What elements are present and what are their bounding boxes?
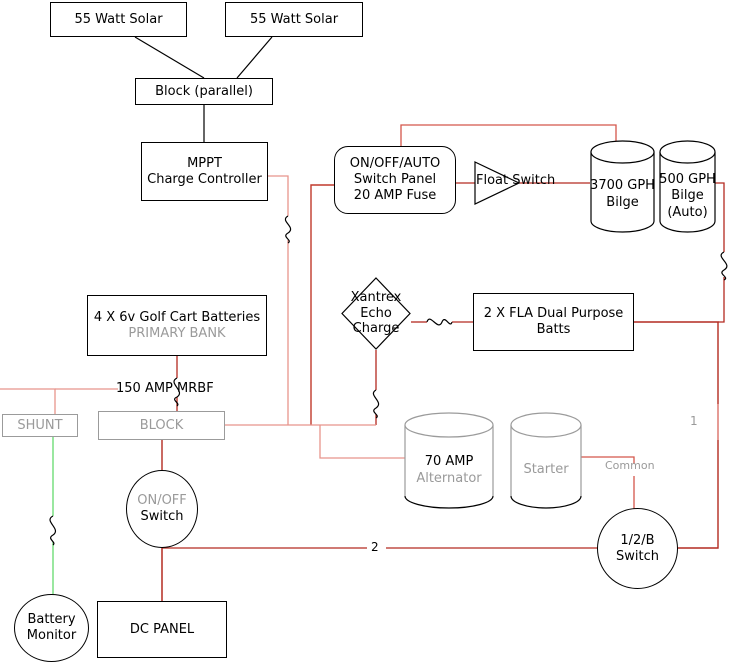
squiggle-echo-fla bbox=[426, 318, 453, 326]
terminal-1-label: 1 bbox=[690, 414, 698, 428]
node-onoff-switch[interactable]: ON/OFF Switch bbox=[126, 470, 198, 548]
fla-label-line2: Batts bbox=[536, 322, 571, 337]
mppt-label-line2: Charge Controller bbox=[147, 171, 262, 187]
fla-label-line1: 2 X FLA Dual Purpose bbox=[483, 306, 624, 322]
battery-monitor-label-line1: Battery bbox=[27, 612, 76, 628]
node-dc-panel[interactable]: DC PANEL bbox=[97, 601, 227, 658]
block-parallel-label: Block (parallel) bbox=[155, 83, 253, 99]
block-label: BLOCK bbox=[139, 417, 184, 433]
battery-switch-label-line1: 1/2/B bbox=[620, 532, 655, 548]
switch-panel-label-line2: Switch Panel bbox=[353, 172, 437, 188]
float-switch-label: Float Switch bbox=[476, 173, 556, 188]
switch-panel-label-line1: ON/OFF/AUTO bbox=[349, 156, 441, 172]
bilge-500-label-line1: 500 GPH bbox=[659, 172, 716, 188]
terminal-2-label: 2 bbox=[371, 540, 379, 554]
wire-switchpanel-top-to-bilge bbox=[400, 124, 617, 146]
node-fla-dual-purpose-batts[interactable]: 2 X FLA Dual Purpose Batts bbox=[473, 293, 634, 351]
node-bilge-500-auto[interactable]: 500 GPH Bilge (Auto) bbox=[659, 140, 716, 233]
primary-bank-label-line1: 4 X 6v Golf Cart Batteries bbox=[93, 309, 261, 325]
wiring-diagram: 55 Watt Solar 55 Watt Solar Block (paral… bbox=[0, 0, 737, 662]
primary-bank-label-line2: PRIMARY BANK bbox=[128, 325, 226, 341]
node-bilge-3700[interactable]: 3700 GPH Bilge bbox=[590, 140, 655, 233]
node-solar-panel-right[interactable]: 55 Watt Solar bbox=[225, 2, 363, 37]
bilge-500-label-line2: Bilge bbox=[671, 188, 704, 204]
dc-panel-label: DC PANEL bbox=[129, 621, 195, 637]
node-primary-battery-bank[interactable]: 4 X 6v Golf Cart Batteries PRIMARY BANK bbox=[87, 295, 267, 356]
starter-label: Starter bbox=[523, 462, 569, 478]
battery-switch-label-line2: Switch bbox=[616, 548, 659, 564]
squiggle-bilge500-line bbox=[720, 251, 728, 281]
wire-switchpanel-left bbox=[310, 184, 334, 425]
common-terminal-label: Common bbox=[605, 459, 655, 472]
node-xantrex-echo-charge[interactable]: Xantrex Echo Charge bbox=[341, 277, 411, 350]
squiggle-mppt-line bbox=[284, 215, 292, 244]
solar-left-label: 55 Watt Solar bbox=[74, 11, 163, 27]
switch-panel-label-line3: 20 AMP Fuse bbox=[353, 187, 437, 203]
bilge-500-label-line3: (Auto) bbox=[667, 204, 708, 220]
bilge-3700-label-line2: Bilge bbox=[606, 194, 639, 210]
alternator-label-line1: 70 AMP bbox=[424, 454, 474, 470]
squiggle-shunt-monitor bbox=[49, 515, 56, 546]
node-battery-monitor[interactable]: Battery Monitor bbox=[14, 594, 89, 662]
squiggle-echo-bottom bbox=[372, 389, 380, 419]
onoff-switch-label-line1: ON/OFF bbox=[137, 493, 187, 509]
wire-bus-to-alternator bbox=[319, 425, 405, 459]
node-switch-panel[interactable]: ON/OFF/AUTO Switch Panel 20 AMP Fuse bbox=[334, 146, 456, 214]
node-mppt-charge-controller[interactable]: MPPT Charge Controller bbox=[141, 142, 268, 201]
node-solar-panel-left[interactable]: 55 Watt Solar bbox=[50, 2, 187, 37]
shunt-label: SHUNT bbox=[17, 417, 63, 433]
mppt-label-line1: MPPT bbox=[187, 155, 222, 171]
echo-charge-label-line2: Echo bbox=[360, 305, 392, 321]
wire-solar-left-to-block bbox=[134, 36, 205, 79]
node-starter[interactable]: Starter bbox=[510, 412, 582, 509]
wire-mppt-output bbox=[268, 175, 289, 425]
bilge-3700-label-line1: 3700 GPH bbox=[590, 178, 655, 194]
fuse-mrbf-label: 150 AMP MRBF bbox=[116, 381, 214, 396]
node-alternator[interactable]: 70 AMP Alternator bbox=[404, 412, 494, 509]
alternator-label-line2: Alternator bbox=[416, 470, 482, 486]
node-block-parallel[interactable]: Block (parallel) bbox=[135, 78, 273, 105]
node-battery-selector-switch[interactable]: 1/2/B Switch bbox=[597, 508, 678, 589]
onoff-switch-label-line2: Switch bbox=[140, 509, 184, 524]
battery-monitor-label-line2: Monitor bbox=[26, 628, 77, 643]
solar-right-label: 55 Watt Solar bbox=[249, 11, 339, 27]
node-block[interactable]: BLOCK bbox=[98, 411, 225, 440]
wire-solar-right-to-block bbox=[236, 36, 273, 79]
echo-charge-label-line3: Charge bbox=[352, 321, 400, 337]
echo-charge-label-line1: Xantrex bbox=[350, 289, 402, 305]
node-shunt[interactable]: SHUNT bbox=[2, 414, 78, 437]
